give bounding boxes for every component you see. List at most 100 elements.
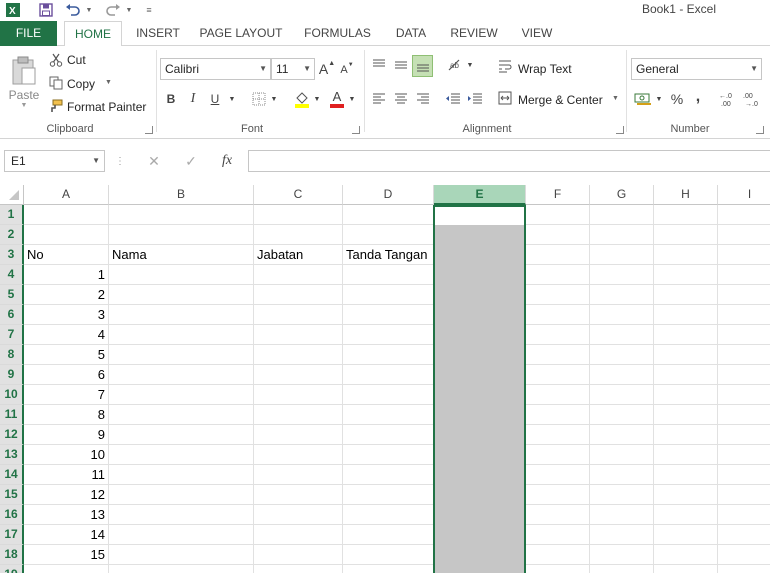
cell-b19[interactable] (109, 565, 254, 573)
cell-f15[interactable] (526, 485, 590, 505)
wrap-text-button[interactable]: Wrap Text (518, 62, 572, 76)
tab-view[interactable]: VIEW (514, 21, 560, 46)
underline-icon[interactable]: U (207, 90, 223, 108)
cell-g19[interactable] (590, 565, 654, 573)
font-launcher-icon[interactable] (352, 126, 360, 134)
italic-icon[interactable]: I (185, 90, 201, 108)
font-name-select[interactable]: Calibri ▼ (160, 58, 271, 80)
tab-home[interactable]: HOME (64, 21, 122, 47)
cell-c8[interactable] (254, 345, 343, 365)
cell-h9[interactable] (654, 365, 718, 385)
cancel-entry-icon[interactable]: ✕ (145, 153, 163, 169)
cell-h16[interactable] (654, 505, 718, 525)
cell-g7[interactable] (590, 325, 654, 345)
cell-i12[interactable] (718, 425, 770, 445)
cell-i10[interactable] (718, 385, 770, 405)
cell-c19[interactable] (254, 565, 343, 573)
cell-d6[interactable] (343, 305, 434, 325)
cell-b8[interactable] (109, 345, 254, 365)
cell-g9[interactable] (590, 365, 654, 385)
merge-center-dropdown-icon[interactable]: ▼ (612, 95, 619, 102)
cell-i17[interactable] (718, 525, 770, 545)
cell-a6[interactable]: 3 (24, 305, 109, 325)
cell-i1[interactable] (718, 205, 770, 225)
cell-b5[interactable] (109, 285, 254, 305)
cell-b1[interactable] (109, 205, 254, 225)
cell-f7[interactable] (526, 325, 590, 345)
cell-a1[interactable] (24, 205, 109, 225)
cell-c17[interactable] (254, 525, 343, 545)
cell-i2[interactable] (718, 225, 770, 245)
cell-c2[interactable] (254, 225, 343, 245)
paste-button[interactable]: Paste ▼ (6, 52, 42, 112)
cell-d13[interactable] (343, 445, 434, 465)
cell-c4[interactable] (254, 265, 343, 285)
cell-a14[interactable]: 11 (24, 465, 109, 485)
cell-b4[interactable] (109, 265, 254, 285)
comma-style-icon[interactable]: , (691, 88, 705, 106)
cell-i19[interactable] (718, 565, 770, 573)
cell-c7[interactable] (254, 325, 343, 345)
row-header-19[interactable]: 19 (0, 565, 24, 573)
cell-d11[interactable] (343, 405, 434, 425)
cell-a9[interactable]: 6 (24, 365, 109, 385)
cell-h2[interactable] (654, 225, 718, 245)
cell-i7[interactable] (718, 325, 770, 345)
cell-g8[interactable] (590, 345, 654, 365)
cell-b13[interactable] (109, 445, 254, 465)
cell-b3[interactable]: Nama (109, 245, 254, 265)
cell-b11[interactable] (109, 405, 254, 425)
select-all-button[interactable] (0, 185, 24, 205)
cell-i5[interactable] (718, 285, 770, 305)
cut-button[interactable]: Cut (67, 53, 86, 67)
align-center-icon[interactable] (392, 90, 410, 108)
cell-d5[interactable] (343, 285, 434, 305)
cell-a16[interactable]: 13 (24, 505, 109, 525)
bottom-align-icon[interactable] (412, 55, 433, 77)
alignment-launcher-icon[interactable] (616, 126, 624, 134)
bold-icon[interactable]: B (163, 90, 179, 108)
cell-f6[interactable] (526, 305, 590, 325)
cell-a13[interactable]: 10 (24, 445, 109, 465)
cell-i15[interactable] (718, 485, 770, 505)
cell-h19[interactable] (654, 565, 718, 573)
cell-g16[interactable] (590, 505, 654, 525)
row-header-10[interactable]: 10 (0, 385, 24, 405)
cell-f12[interactable] (526, 425, 590, 445)
cell-c18[interactable] (254, 545, 343, 565)
cell-d10[interactable] (343, 385, 434, 405)
redo-icon[interactable] (104, 0, 122, 20)
cell-h6[interactable] (654, 305, 718, 325)
row-header-12[interactable]: 12 (0, 425, 24, 445)
font-color-icon[interactable]: A (328, 88, 346, 110)
column-header-c[interactable]: C (254, 185, 343, 205)
cell-f19[interactable] (526, 565, 590, 573)
cell-g1[interactable] (590, 205, 654, 225)
cell-b17[interactable] (109, 525, 254, 545)
cell-c13[interactable] (254, 445, 343, 465)
decrease-indent-icon[interactable] (444, 90, 462, 108)
cell-c10[interactable] (254, 385, 343, 405)
cell-a18[interactable]: 15 (24, 545, 109, 565)
copy-icon[interactable] (48, 75, 64, 91)
cell-h10[interactable] (654, 385, 718, 405)
cell-d14[interactable] (343, 465, 434, 485)
row-header-5[interactable]: 5 (0, 285, 24, 305)
cell-f18[interactable] (526, 545, 590, 565)
cell-h14[interactable] (654, 465, 718, 485)
cell-b15[interactable] (109, 485, 254, 505)
cell-d2[interactable] (343, 225, 434, 245)
cell-a11[interactable]: 8 (24, 405, 109, 425)
cell-d9[interactable] (343, 365, 434, 385)
tab-data[interactable]: DATA (388, 21, 434, 46)
format-painter-button[interactable]: Format Painter (67, 100, 146, 114)
orientation-icon[interactable]: ab (446, 56, 464, 74)
redo-dropdown-icon[interactable]: ▼ (124, 0, 134, 20)
cell-c6[interactable] (254, 305, 343, 325)
cell-g10[interactable] (590, 385, 654, 405)
cell-a2[interactable] (24, 225, 109, 245)
cell-d17[interactable] (343, 525, 434, 545)
cell-f9[interactable] (526, 365, 590, 385)
cut-icon[interactable] (48, 52, 64, 68)
font-color-dropdown-icon[interactable]: ▼ (348, 90, 356, 108)
